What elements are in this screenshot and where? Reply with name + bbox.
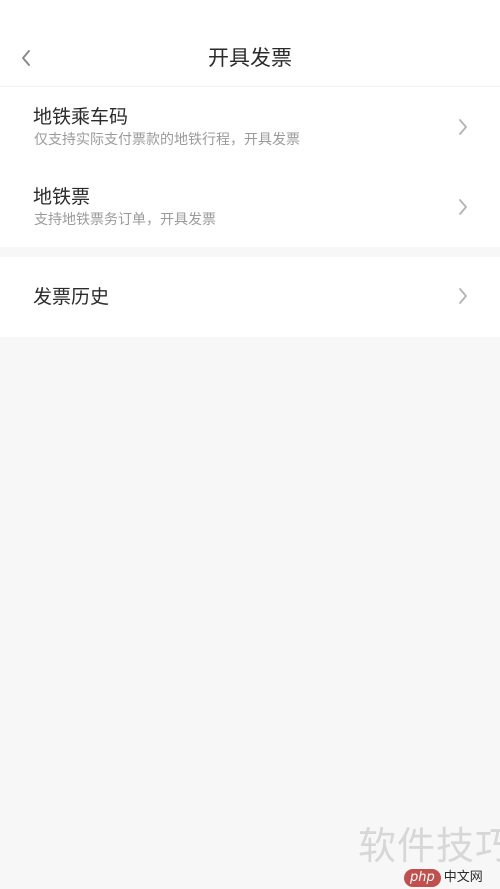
- list-item-metro-ticket[interactable]: 地铁票 支持地铁票务订单，开具发票: [0, 167, 500, 247]
- php-badge: php: [404, 869, 441, 887]
- list-item-subtitle: 支持地铁票务订单，开具发票: [34, 212, 216, 228]
- watermark: 软件技巧 php 中文网: [348, 815, 500, 889]
- php-cn-logo: php 中文网: [404, 867, 496, 889]
- chevron-right-icon: [456, 286, 470, 306]
- chevron-right-icon: [456, 117, 470, 137]
- list-item-title: 发票历史: [33, 286, 110, 308]
- list-item-title: 地铁票: [33, 186, 91, 208]
- php-site-name: 中文网: [443, 870, 483, 885]
- chevron-right-icon: [456, 197, 470, 217]
- list-item-title: 地铁乘车码: [33, 106, 129, 128]
- invoice-type-list: 地铁乘车码 仅支持实际支付票款的地铁行程，开具发票 地铁票 支持地铁票务订单，开…: [0, 87, 500, 247]
- navigation-bar: 开具发票: [0, 0, 500, 87]
- page-title: 开具发票: [208, 46, 292, 70]
- watermark-text: 软件技巧: [358, 824, 500, 868]
- list-item-subtitle: 仅支持实际支付票款的地铁行程，开具发票: [34, 132, 300, 148]
- list-item-metro-qr-code[interactable]: 地铁乘车码 仅支持实际支付票款的地铁行程，开具发票: [0, 87, 500, 167]
- list-item-invoice-history[interactable]: 发票历史: [0, 257, 500, 337]
- invoice-history-list: 发票历史: [0, 257, 500, 337]
